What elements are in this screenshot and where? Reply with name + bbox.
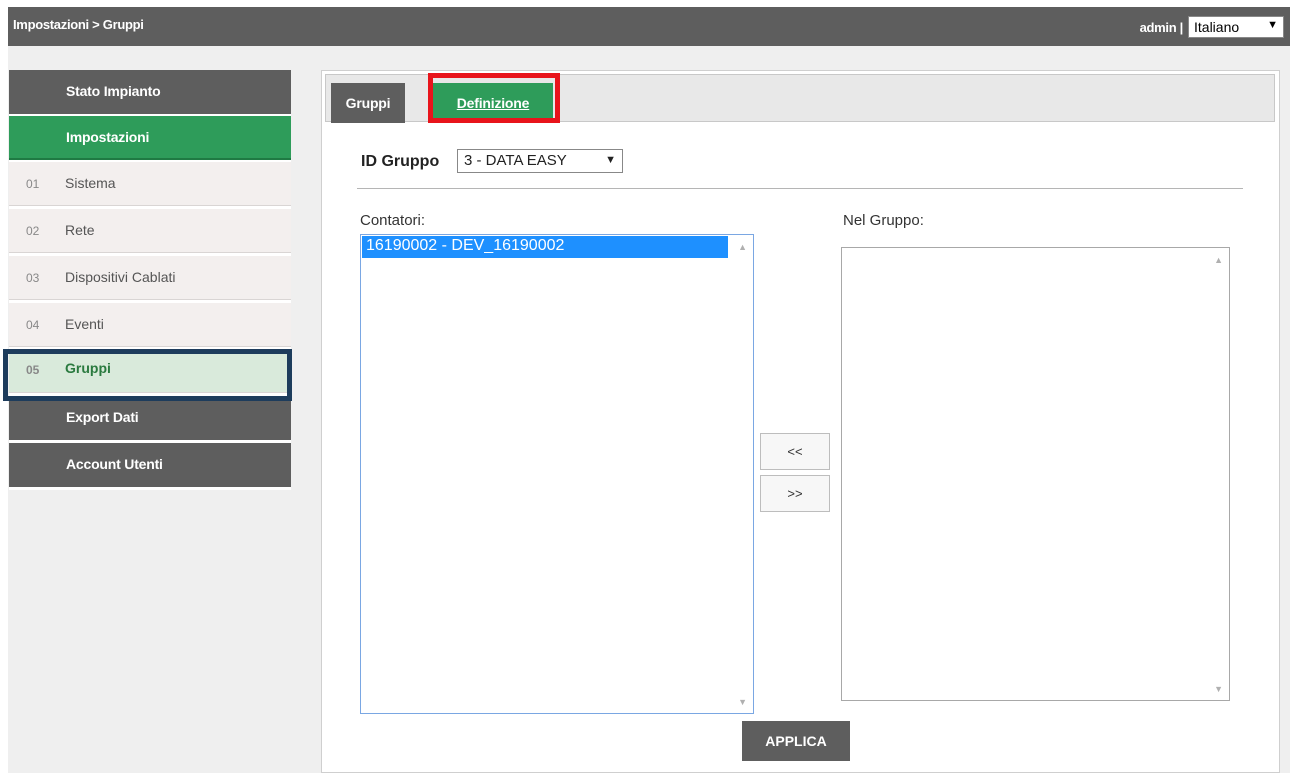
contatori-label: Contatori:	[360, 212, 426, 229]
sidebar-item-gruppi[interactable]: 05 Gruppi	[9, 350, 291, 393]
move-left-button[interactable]: <<	[760, 433, 830, 470]
tab-gruppi[interactable]: Gruppi	[331, 83, 405, 123]
id-gruppo-value: 3 - DATA EASY	[464, 152, 567, 169]
nel-gruppo-listbox[interactable]: ▲ ▼	[841, 247, 1230, 701]
scroll-up-icon[interactable]: ▲	[738, 242, 747, 252]
item-number: 01	[26, 177, 40, 191]
breadcrumb: Impostazioni > Gruppi	[13, 17, 144, 32]
item-label: Sistema	[65, 175, 116, 191]
move-right-button[interactable]: >>	[760, 475, 830, 512]
scroll-down-icon[interactable]: ▼	[738, 697, 747, 707]
user-label: admin |	[1139, 19, 1184, 35]
sidebar-item-sistema[interactable]: 01 Sistema	[9, 162, 291, 206]
item-label: Dispositivi Cablati	[65, 269, 176, 285]
sidebar-item-dispositivi-cablati[interactable]: 03 Dispositivi Cablati	[9, 256, 291, 300]
list-item[interactable]: 16190002 - DEV_16190002	[362, 236, 728, 258]
item-number: 03	[26, 271, 40, 285]
applica-button[interactable]: APPLICA	[742, 721, 850, 761]
tab-bar: Gruppi Definizione	[325, 74, 1275, 123]
user-area: admin | Italiano ▼	[1140, 15, 1284, 39]
nel-gruppo-label: Nel Gruppo:	[843, 212, 924, 229]
sidebar-item-export-dati[interactable]: Export Dati	[9, 396, 291, 440]
divider	[357, 188, 1243, 189]
contatori-listbox[interactable]: 16190002 - DEV_16190002 ▲ ▼	[360, 234, 754, 714]
sidebar-item-impostazioni[interactable]: Impostazioni	[9, 116, 291, 160]
item-label: Gruppi	[65, 360, 111, 376]
dropdown-arrow-icon: ▼	[1267, 19, 1278, 31]
scroll-down-icon[interactable]: ▼	[1214, 684, 1223, 694]
tab-definizione[interactable]: Definizione	[433, 83, 553, 123]
language-select-value: Italiano	[1194, 19, 1240, 35]
item-number: 02	[26, 224, 40, 238]
top-bar: Impostazioni > Gruppi admin | Italiano ▼	[8, 7, 1290, 46]
sidebar: Stato Impianto Impostazioni 01 Sistema 0…	[9, 70, 291, 490]
item-number: 04	[26, 318, 40, 332]
scroll-up-icon[interactable]: ▲	[1214, 255, 1223, 265]
item-number: 05	[26, 363, 40, 377]
language-select[interactable]: Italiano ▼	[1188, 16, 1284, 38]
sidebar-item-rete[interactable]: 02 Rete	[9, 209, 291, 253]
sidebar-item-stato-impianto[interactable]: Stato Impianto	[9, 70, 291, 114]
main-panel: Gruppi Definizione ID Gruppo 3 - DATA EA…	[321, 70, 1280, 773]
id-gruppo-select[interactable]: 3 - DATA EASY ▼	[457, 149, 623, 173]
id-gruppo-label: ID Gruppo	[361, 153, 440, 170]
sidebar-item-account-utenti[interactable]: Account Utenti	[9, 443, 291, 487]
item-label: Rete	[65, 222, 95, 238]
sidebar-item-eventi[interactable]: 04 Eventi	[9, 303, 291, 347]
item-label: Eventi	[65, 316, 104, 332]
dropdown-arrow-icon: ▼	[605, 154, 616, 166]
